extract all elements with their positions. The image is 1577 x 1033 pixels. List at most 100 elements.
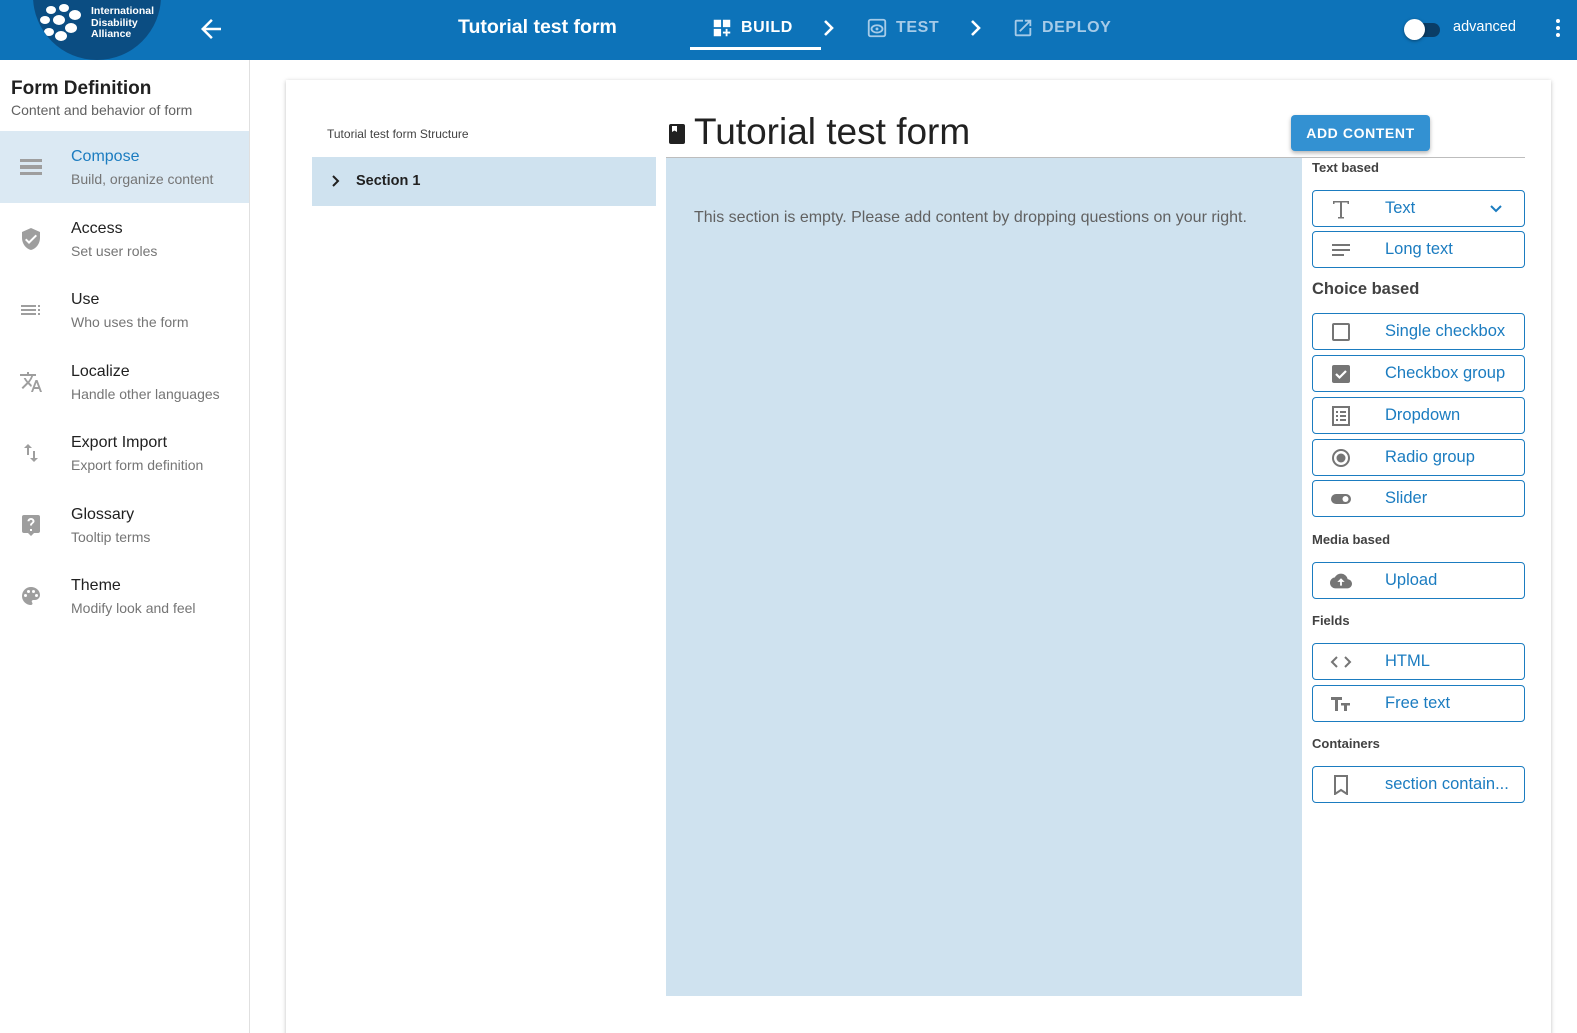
active-step-indicator [690, 47, 821, 50]
step-test[interactable]: TEST [866, 17, 939, 39]
advanced-label: advanced [1453, 19, 1516, 35]
palette-heading-text-based: Text based [1312, 160, 1379, 175]
code-icon [1330, 656, 1352, 668]
palette-checkbox-group-button[interactable]: Checkbox group [1312, 355, 1525, 392]
structure-title: Tutorial test form Structure [327, 127, 469, 141]
sidebar-item-access[interactable]: Access Set user roles [0, 203, 249, 275]
sidebar-item-label: Glossary [71, 506, 135, 523]
ida-logo: International Disability Alliance [33, 0, 161, 60]
ida-logo-icon [40, 4, 81, 41]
palette-radio-group-button[interactable]: Radio group [1312, 439, 1525, 476]
palette-heading-media-based: Media based [1312, 532, 1391, 547]
palette-single-checkbox-button[interactable]: Single checkbox [1312, 313, 1525, 350]
chevron-down-icon[interactable] [1489, 202, 1503, 216]
list-icon [21, 305, 40, 315]
palette-section-container-label: section contain... [1385, 775, 1509, 793]
sidebar-subtitle: Content and behavior of form [11, 102, 193, 118]
section-drop-area[interactable]: This section is empty. Please add conten… [666, 158, 1302, 996]
palette-free-text-button[interactable]: Free text [1312, 685, 1525, 722]
advanced-toggle[interactable] [1404, 19, 1440, 40]
import-export-icon [24, 444, 38, 462]
palette-html-button[interactable]: HTML [1312, 643, 1525, 680]
format-size-icon [1331, 697, 1350, 711]
empty-section-message: This section is empty. Please add conten… [694, 209, 1247, 226]
radio-button-icon [1332, 449, 1350, 467]
sidebar-item-sub: Modify look and feel [71, 600, 196, 616]
cloud-upload-icon [1330, 573, 1352, 589]
list-box-icon [1332, 406, 1350, 426]
palette-heading-choice-based: Choice based [1312, 280, 1420, 298]
sidebar-item-sub: Set user roles [71, 243, 158, 259]
shield-check-icon [22, 228, 40, 250]
logo-line-1: International [91, 5, 155, 17]
structure-section-item[interactable]: Section 1 [312, 157, 656, 206]
sidebar-item-compose[interactable]: Compose Build, organize content [0, 131, 249, 203]
back-arrow-icon[interactable] [196, 14, 226, 44]
book-icon [669, 124, 685, 144]
palette-long-text-label: Long text [1385, 240, 1453, 258]
checkbox-blank-icon [1332, 323, 1350, 341]
palette-section-container-button[interactable]: section contain... [1312, 766, 1525, 803]
palette-upload-label: Upload [1385, 571, 1438, 589]
palette-html-label: HTML [1385, 652, 1430, 670]
sidebar-item-label: Compose [71, 148, 140, 165]
palette-heading-containers: Containers [1312, 736, 1380, 751]
sidebar-item-theme[interactable]: Theme Modify look and feel [0, 560, 249, 632]
long-text-icon [1332, 244, 1350, 256]
checkbox-checked-icon [1332, 365, 1350, 383]
compose-icon [20, 159, 42, 175]
text-t-icon [1333, 201, 1349, 219]
form-title: Tutorial test form [458, 16, 617, 38]
top-app-bar: International Disability Alliance Tutori… [0, 0, 1577, 60]
form-editor-card: Tutorial test form Structure Section 1 T… [286, 80, 1551, 1033]
sidebar-item-label: Localize [71, 363, 130, 380]
step-test-label: TEST [896, 19, 940, 36]
toggle-slider-icon [1331, 494, 1351, 504]
sidebar-item-sub: Export form definition [71, 457, 204, 473]
chevron-right-icon[interactable] [331, 174, 341, 188]
palette-dropdown-label: Dropdown [1385, 406, 1461, 424]
sidebar-item-sub: Build, organize content [71, 171, 214, 187]
palette-heading-fields: Fields [1312, 613, 1350, 628]
sidebar-item-glossary[interactable]: Glossary Tooltip terms [0, 489, 249, 561]
sidebar-item-label: Export Import [71, 434, 168, 451]
step-build[interactable]: BUILD [711, 17, 793, 39]
more-vert-icon[interactable] [1553, 17, 1563, 41]
sidebar: Form Definition Content and behavior of … [0, 60, 250, 1033]
palette-upload-button[interactable]: Upload [1312, 562, 1525, 599]
sidebar-item-sub: Tooltip terms [71, 529, 151, 545]
sidebar-item-export-import[interactable]: Export Import Export form definition [0, 417, 249, 489]
add-content-button[interactable]: ADD CONTENT [1291, 115, 1430, 151]
form-heading: Tutorial test form [694, 111, 971, 152]
sidebar-title: Form Definition [11, 78, 152, 99]
chevron-right-icon [824, 20, 834, 36]
palette-dropdown-button[interactable]: Dropdown [1312, 397, 1525, 434]
logo-line-3: Alliance [91, 28, 132, 40]
palette-slider-button[interactable]: Slider [1312, 480, 1525, 517]
step-build-label: BUILD [741, 19, 793, 36]
palette-checkbox-group-label: Checkbox group [1385, 364, 1506, 382]
preview-eye-icon [867, 18, 887, 38]
chevron-right-icon [971, 20, 981, 36]
bookmark-outline-icon [1334, 775, 1348, 795]
step-deploy[interactable]: DEPLOY [1012, 17, 1111, 39]
palette-icon [22, 587, 40, 605]
sidebar-item-use[interactable]: Use Who uses the form [0, 274, 249, 346]
palette-text-button[interactable]: Text [1312, 190, 1525, 227]
palette-text-label: Text [1385, 199, 1416, 217]
help-box-icon [22, 515, 40, 536]
sidebar-item-localize[interactable]: Localize Handle other languages [0, 346, 249, 418]
translate-icon [20, 372, 42, 392]
palette-free-text-label: Free text [1385, 694, 1451, 712]
sidebar-item-label: Use [71, 291, 100, 308]
palette-long-text-button[interactable]: Long text [1312, 231, 1525, 268]
sidebar-item-sub: Handle other languages [71, 386, 220, 402]
open-in-new-icon [1014, 19, 1032, 37]
sidebar-item-label: Theme [71, 577, 121, 594]
logo-text: International Disability Alliance [91, 5, 155, 41]
palette-slider-label: Slider [1385, 489, 1428, 507]
sidebar-item-sub: Who uses the form [71, 314, 189, 330]
palette-radio-group-label: Radio group [1385, 448, 1475, 466]
dashboard-add-icon [713, 19, 731, 37]
step-deploy-label: DEPLOY [1042, 19, 1112, 36]
